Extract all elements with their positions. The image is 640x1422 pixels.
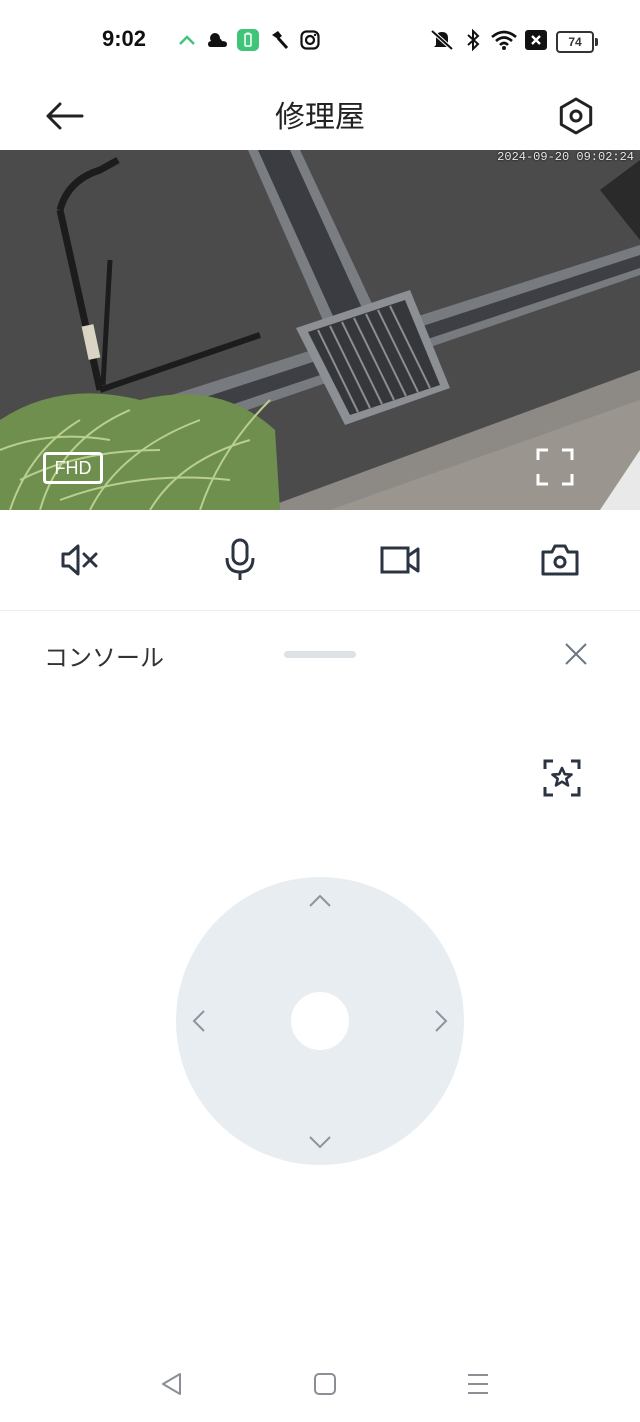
bluetooth-icon [464,26,482,54]
header-bar: 修理屋 [0,80,640,150]
close-icon[interactable] [560,638,592,670]
favorite-position-icon[interactable] [540,756,584,800]
joystick-center-knob[interactable] [291,992,349,1050]
instagram-icon [299,26,321,54]
chevron-down-icon[interactable] [300,1122,340,1162]
video-timestamp: 2024-09-20 09:02:24 [497,150,634,164]
status-time: 9:02 [102,26,147,51]
camera-video-feed[interactable]: 2024-09-20 09:02:24 FHD [0,150,640,510]
video-controls-bar [0,510,640,611]
nav-back-icon[interactable] [152,1364,192,1404]
console-title: コンソール [44,644,164,672]
mute-bell-icon [428,26,456,54]
drag-handle[interactable] [284,651,356,658]
nav-home-icon[interactable] [305,1364,345,1404]
hammer-icon [268,26,290,54]
settings-gear-icon[interactable] [552,92,600,140]
chevron-up-icon[interactable] [300,881,340,921]
page-title: 修理屋 [275,100,365,135]
nav-menu-icon[interactable] [458,1364,498,1404]
battery-app-icon [237,26,259,54]
weather-cloud-icon [206,26,230,54]
quality-badge[interactable]: FHD [43,452,103,484]
x-box-icon [524,26,548,54]
system-nav-bar [0,1342,640,1422]
mute-icon[interactable] [50,530,110,590]
fullscreen-icon[interactable] [536,448,574,486]
record-video-icon[interactable] [370,530,430,590]
chevron-left-icon[interactable] [179,1001,219,1041]
chevron-right-icon[interactable] [421,1001,461,1041]
ptz-joystick[interactable] [176,877,464,1165]
snapshot-camera-icon[interactable] [530,530,590,590]
battery-indicator: 74 [556,31,598,53]
wifi-icon [490,26,518,54]
arrow-up-app-icon [176,26,198,54]
microphone-icon[interactable] [210,530,270,590]
status-bar: 9:02 74 [0,0,640,80]
